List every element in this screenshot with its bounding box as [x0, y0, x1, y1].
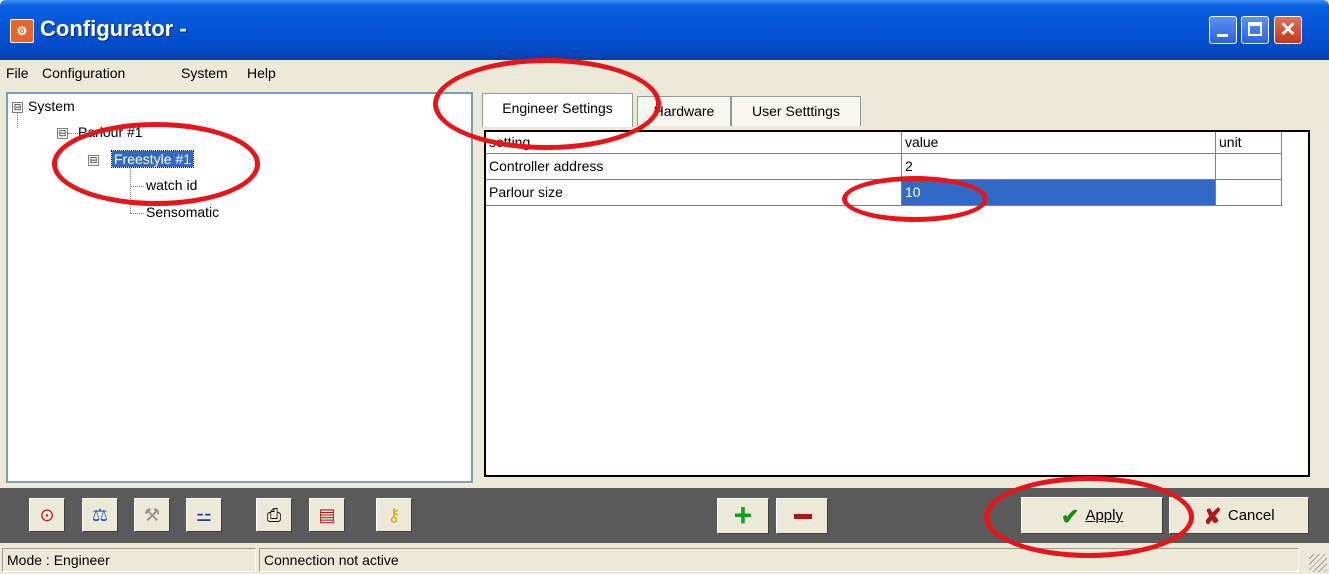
scale-button[interactable]: ⚖	[82, 498, 118, 532]
x-icon: ✘	[1203, 503, 1222, 529]
column-header-setting[interactable]: setting	[486, 132, 902, 154]
system-tree[interactable]: ⊟ System ⊟ Parlour #1 ⊟ Freestyle #1 wat…	[6, 92, 473, 483]
status-mode: Mode : Engineer	[2, 548, 256, 572]
collapse-icon[interactable]: ⊟	[12, 102, 23, 113]
table-cell-value[interactable]: 10	[902, 180, 1216, 206]
close-button[interactable]: ✕	[1274, 16, 1302, 44]
maximize-button[interactable]	[1241, 16, 1269, 44]
menu-bar: File Configuration System Help	[0, 60, 1329, 88]
tab-hardware[interactable]: Hardware	[637, 96, 731, 126]
clock-icon: ⊙	[39, 505, 55, 525]
cancel-button[interactable]: ✘ Cancel	[1169, 497, 1309, 534]
app-icon: ⚙	[10, 19, 34, 43]
save-icon: ▤	[318, 505, 336, 525]
cancel-label: Cancel	[1227, 507, 1275, 524]
table-cell-setting[interactable]: Controller address	[486, 154, 902, 180]
column-header-value[interactable]: value	[902, 132, 1216, 154]
printer-icon: ⎙	[266, 505, 282, 525]
remove-button[interactable]	[776, 498, 828, 534]
network-button[interactable]: ⚍	[186, 498, 222, 532]
clock-button[interactable]: ⊙	[29, 498, 65, 532]
scale-icon: ⚖	[91, 505, 109, 525]
menu-file[interactable]: File	[6, 65, 29, 81]
save-button[interactable]: ▤	[309, 498, 345, 532]
column-header-unit[interactable]: unit	[1216, 132, 1282, 154]
tools-button[interactable]: ⚒	[134, 498, 170, 532]
collapse-icon[interactable]: ⊟	[88, 155, 99, 166]
tree-node-sensomatic[interactable]: Sensomatic	[146, 204, 219, 220]
minimize-icon	[1217, 34, 1228, 37]
collapse-icon[interactable]: ⊟	[57, 128, 68, 139]
tools-icon: ⚒	[143, 505, 161, 525]
title-bar: ⚙ Configurator - ✕	[0, 0, 1329, 60]
table-cell-value[interactable]: 2	[902, 154, 1216, 180]
close-icon: ✕	[1279, 19, 1297, 41]
apply-button[interactable]: ✔ Apply	[1021, 497, 1163, 534]
settings-panel: Engineer Settings Hardware User Settting…	[478, 92, 1323, 486]
tab-user-settings[interactable]: User Setttings	[731, 96, 861, 126]
table-cell-unit[interactable]	[1216, 154, 1282, 180]
tree-node-watch-id[interactable]: watch id	[146, 177, 197, 193]
settings-grid[interactable]: setting value unit Controller address 2 …	[484, 130, 1310, 477]
network-icon: ⚍	[195, 505, 213, 525]
tree-node-parlour[interactable]: Parlour #1	[78, 124, 143, 140]
table-cell-unit[interactable]	[1216, 180, 1282, 206]
maximize-icon	[1248, 22, 1262, 36]
tab-engineer-settings[interactable]: Engineer Settings	[482, 93, 633, 127]
menu-system[interactable]: System	[181, 65, 228, 81]
checkmark-icon: ✔	[1061, 503, 1080, 529]
key-icon: ⚷	[387, 505, 401, 525]
resize-grip-icon[interactable]	[1309, 554, 1327, 572]
status-connection: Connection not active	[259, 548, 1299, 572]
bottom-toolbar: ⊙ ⚖ ⚒ ⚍ ⎙ ▤ ⚷ + ✔ Apply ✘ Cancel	[0, 488, 1329, 543]
window-title: Configurator -	[40, 16, 187, 41]
minimize-button[interactable]	[1209, 16, 1237, 44]
tree-node-system[interactable]: System	[28, 98, 75, 114]
menu-configuration[interactable]: Configuration	[42, 65, 125, 81]
menu-help[interactable]: Help	[247, 65, 276, 81]
key-button[interactable]: ⚷	[376, 498, 412, 532]
status-bar: Mode : Engineer Connection not active	[0, 545, 1329, 574]
print-button[interactable]: ⎙	[256, 498, 292, 532]
table-cell-setting[interactable]: Parlour size	[486, 180, 902, 206]
add-button[interactable]: +	[717, 498, 769, 534]
tree-node-freestyle[interactable]: Freestyle #1	[110, 150, 195, 168]
minus-icon	[794, 514, 812, 519]
plus-icon: +	[733, 497, 753, 533]
apply-label: Apply	[1085, 507, 1123, 524]
